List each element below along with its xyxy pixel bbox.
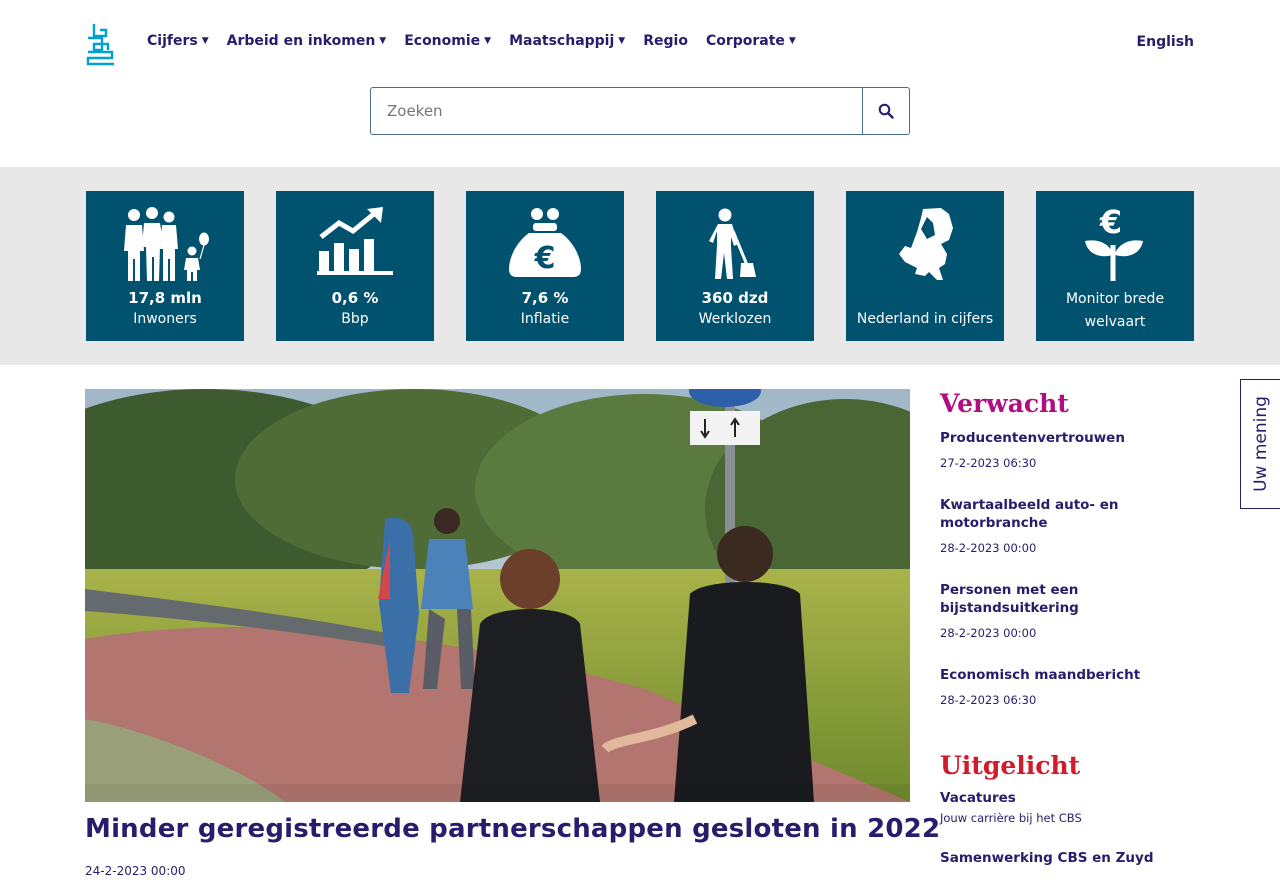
list-item[interactable]: Economisch maandbericht 28-2-2023 06:30 [940,666,1180,707]
site-header: Cijfers ▼ Arbeid en inkomen ▼ Economie ▼… [0,0,1280,167]
tile-value: 0,6 % [331,289,379,307]
caret-down-icon: ▼ [379,36,387,46]
tile-label-line2: welvaart [1084,314,1146,330]
family-icon [86,207,244,283]
svg-text:€: € [534,241,556,276]
caret-down-icon: ▼ [484,36,492,46]
feedback-tab[interactable]: Uw mening [1240,379,1280,509]
nav-label: Arbeid en inkomen [226,33,376,49]
article-headline[interactable]: Minder geregistreerde partnerschappen ge… [85,814,940,844]
nav-item-corporate[interactable]: Corporate ▼ [706,33,796,49]
person-shovel-icon [656,207,814,283]
tile-label: Inwoners [133,311,197,327]
article-date: 24-2-2023 00:00 [85,864,186,878]
list-item-title[interactable]: Producentenvertrouwen [940,429,1180,447]
list-item-subtitle: Jouw carrière bij het CBS [940,811,1082,825]
tile-inflatie[interactable]: € 7,6 % Inflatie [466,191,624,341]
tile-label: Werklozen [698,311,772,327]
tile-monitor-brede-welvaart[interactable]: € Monitor brede welvaart [1036,191,1194,341]
nav-item-arbeid-en-inkomen[interactable]: Arbeid en inkomen ▼ [227,33,387,49]
tile-label-line1: Monitor brede [1065,291,1165,307]
list-item[interactable]: Personen met een bijstandsuitkering 28-2… [940,581,1180,640]
list-item-title[interactable]: Economisch maandbericht [940,666,1180,684]
search-icon [878,103,894,119]
list-item-title[interactable]: Vacatures [940,789,1180,807]
key-figures-tiles: 17,8 mln Inwoners 0,6 % Bbp € 7,6 % Infl… [86,191,1194,341]
list-item[interactable]: Samenwerking CBS en Zuyd [940,849,1180,867]
list-item-title[interactable]: Samenwerking CBS en Zuyd [940,849,1180,867]
tile-inwoners[interactable]: 17,8 mln Inwoners [86,191,244,341]
list-item-date: 28-2-2023 00:00 [940,541,1037,555]
verwacht-heading: Verwacht [940,389,1069,418]
key-figures-band: 17,8 mln Inwoners 0,6 % Bbp € 7,6 % Infl… [0,167,1280,365]
list-item-title[interactable]: Personen met een bijstandsuitkering [940,581,1090,617]
netherlands-map-icon [846,207,1004,283]
growth-chart-icon [276,207,434,283]
cbs-logo-icon[interactable] [86,22,116,66]
list-item-date: 28-2-2023 06:30 [940,693,1037,707]
tile-label: Bbp [341,311,369,327]
tile-value: 360 dzd [701,289,769,307]
tile-nederland-in-cijfers[interactable]: Nederland in cijfers [846,191,1004,341]
tile-bbp[interactable]: 0,6 % Bbp [276,191,434,341]
nav-item-maatschappij[interactable]: Maatschappij ▼ [509,33,625,49]
feedback-label: Uw mening [1250,396,1271,492]
nav-label: Regio [643,33,688,49]
nav-label: Cijfers [147,33,198,49]
tile-label: Inflatie [520,311,570,327]
search-button[interactable] [862,87,910,135]
main-nav: Cijfers ▼ Arbeid en inkomen ▼ Economie ▼… [147,33,814,49]
search-input[interactable] [370,87,862,135]
tile-label: Monitor brede welvaart [1044,288,1186,334]
tile-werklozen[interactable]: 360 dzd Werklozen [656,191,814,341]
uitgelicht-heading: Uitgelicht [940,751,1081,780]
nav-label: Economie [404,33,481,49]
tile-value: 17,8 mln [128,289,202,307]
language-switch-link[interactable]: English [1137,34,1194,50]
list-item-date: 28-2-2023 00:00 [940,626,1037,640]
nav-item-cijfers[interactable]: Cijfers ▼ [147,33,209,49]
caret-down-icon: ▼ [201,36,209,46]
money-bag-euro-icon: € [466,207,624,283]
nav-label: Maatschappij [509,33,615,49]
list-item[interactable]: Vacatures Jouw carrière bij het CBS [940,789,1180,825]
list-item[interactable]: Producentenvertrouwen 27-2-2023 06:30 [940,429,1180,470]
caret-down-icon: ▼ [788,36,796,46]
plant-euro-icon: € [1036,205,1194,281]
svg-text:€: € [1099,205,1122,241]
tile-label: Nederland in cijfers [856,311,994,327]
nav-item-regio[interactable]: Regio [643,33,688,49]
list-item[interactable]: Kwartaalbeeld auto- en motorbranche 28-2… [940,496,1180,555]
caret-down-icon: ▼ [618,36,626,46]
search-bar [370,87,910,135]
list-item-date: 27-2-2023 06:30 [940,456,1037,470]
list-item-title[interactable]: Kwartaalbeeld auto- en motorbranche [940,496,1120,532]
nav-item-economie[interactable]: Economie ▼ [404,33,491,49]
hero-image[interactable] [85,389,910,802]
tile-value: 7,6 % [521,289,569,307]
nav-label: Corporate [705,33,785,49]
sidebar: Verwacht Producentenvertrouwen 27-2-2023… [940,389,1180,867]
